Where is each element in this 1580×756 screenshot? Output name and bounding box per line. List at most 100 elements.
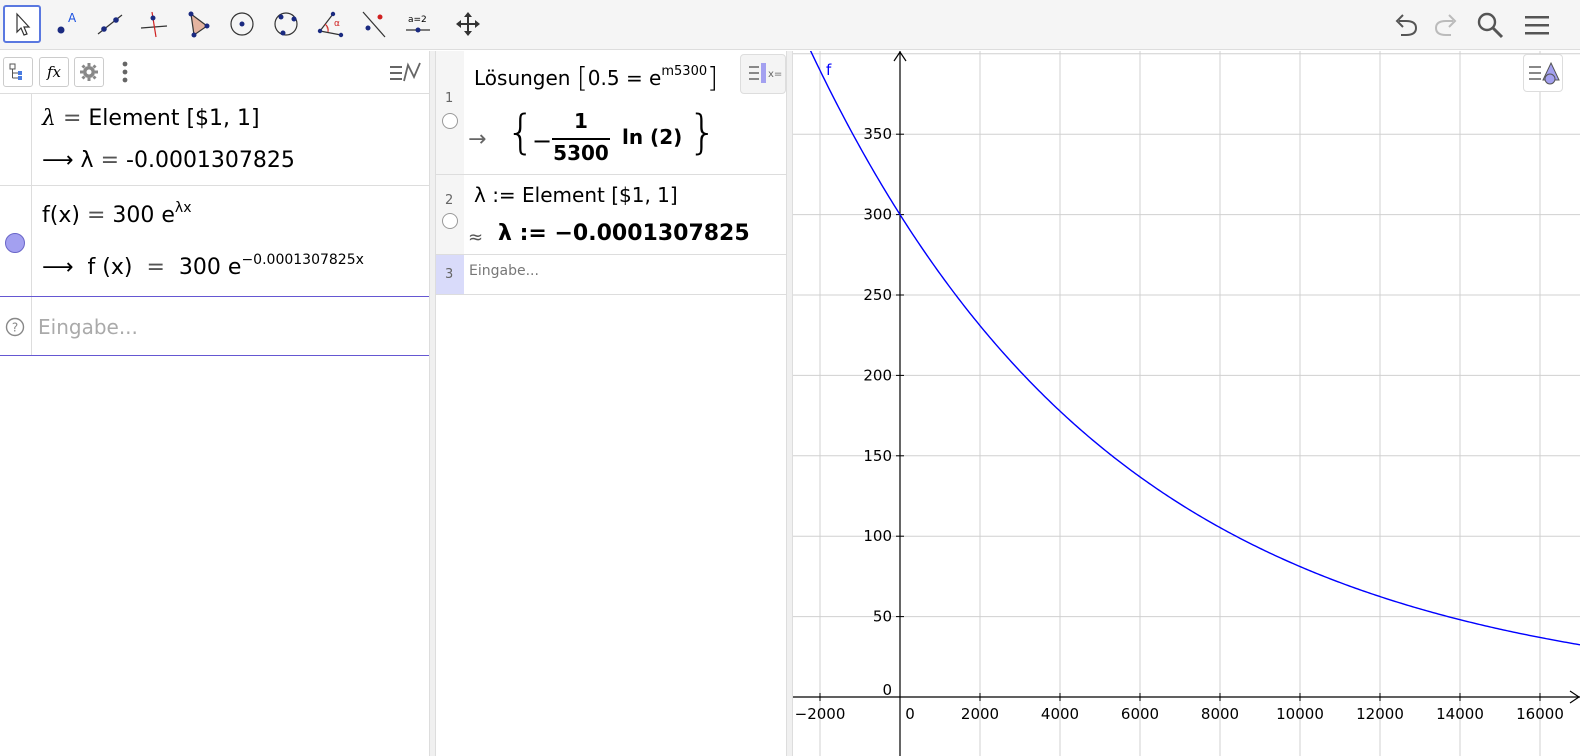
move-graphics-tool-icon (456, 12, 480, 36)
circle-center-tool-button[interactable] (223, 5, 261, 43)
algebra-input-row[interactable]: ? Eingabe... (0, 296, 430, 356)
undo-button[interactable] (1390, 8, 1424, 42)
cas-row-3[interactable]: 3 Eingabe... (436, 255, 786, 295)
input-help-button[interactable]: fx (39, 57, 69, 87)
visibility-gutter (0, 94, 32, 185)
cas-style-bar-toggle[interactable]: x= (740, 54, 786, 94)
cas-brace-open: { (506, 105, 536, 159)
circle-three-points-tool-button[interactable] (267, 5, 305, 43)
x-tick-label: 0 (905, 705, 915, 723)
algebra-item-function-f[interactable]: f(x) = 300 eλx ⟶ f (x) = 300 e−0.0001307… (0, 186, 430, 296)
search-button[interactable] (1473, 8, 1507, 42)
main-menu-button[interactable] (1520, 8, 1554, 42)
cas-fraction-denominator: 5300 (553, 141, 609, 165)
cas-brace-close: } (688, 105, 718, 159)
algebra-view: fx λ = Element [$1, 1] ⟶ λ = -0.00013078… (0, 51, 430, 756)
algebra-input-placeholder: Eingabe... (38, 315, 138, 339)
cas-row-number: 3 (436, 255, 464, 294)
y-tick-label: 50 (873, 608, 892, 626)
cas-input-1: Lösungen [0.5 = em5300] (474, 61, 719, 94)
angle-tool-icon: α (317, 11, 344, 38)
circle-three-points-tool-icon (274, 12, 298, 36)
fx-icon: fx (46, 63, 61, 81)
y-tick-label: 0 (882, 681, 892, 699)
search-icon (1477, 12, 1504, 39)
tree-view-icon (9, 63, 22, 80)
x-tick-label: 14000 (1436, 705, 1484, 723)
perpendicular-line-tool-button[interactable] (135, 5, 173, 43)
cas-row-1-visibility[interactable] (442, 113, 458, 129)
cas-approx-sign: ≈ (468, 227, 484, 248)
panel-divider-left[interactable] (429, 51, 436, 756)
cas-ln-term: ln (2) (622, 125, 683, 149)
graph-canvas[interactable]: −2000 0 2000 4000 6000 8000 10000 12000 14000 160… (793, 51, 1580, 756)
svg-text:α: α (334, 19, 340, 29)
cas-fraction-bar (552, 138, 610, 140)
visibility-toggle[interactable] (5, 233, 25, 253)
svg-text:?: ? (12, 321, 18, 335)
perpendicular-line-tool-icon (140, 11, 168, 38)
move-tool-button[interactable] (3, 5, 41, 43)
y-tick-label: 150 (863, 447, 892, 465)
function-f-label[interactable]: f (826, 61, 832, 79)
style-bar-icon (390, 62, 421, 82)
cas-style-icon: x= (749, 63, 782, 83)
line-tool-icon (97, 14, 123, 35)
graphics-view[interactable]: −2000 0 2000 4000 6000 8000 10000 12000 14000 160… (793, 51, 1580, 756)
slider-tool-label: a=2 (408, 15, 427, 25)
x-tick-label: 16000 (1516, 705, 1564, 723)
gear-icon (80, 63, 98, 81)
y-tick-label: 300 (863, 206, 892, 224)
cas-input-2: λ := Element [$1, 1] (474, 183, 678, 207)
algebra-settings-button[interactable] (74, 57, 104, 87)
x-tick-label: 10000 (1276, 705, 1324, 723)
graphics-style-icon (1529, 61, 1560, 85)
cas-row-number: 1 (436, 51, 464, 174)
y-tick-label: 100 (863, 527, 892, 545)
polygon-tool-button[interactable] (179, 5, 217, 43)
cas-row-2-visibility[interactable] (442, 213, 458, 229)
lambda-definition: λ = Element [$1, 1] (42, 106, 260, 131)
svg-text:A: A (68, 11, 77, 25)
function-definition: f(x) = 300 eλx (42, 200, 192, 228)
cas-minus: − (532, 127, 553, 155)
x-tick-label: 6000 (1121, 705, 1159, 723)
line-tool-button[interactable] (91, 5, 129, 43)
cas-fraction-numerator: 1 (574, 109, 588, 133)
function-value: ⟶ f (x) = 300 e−0.0001307825x (42, 252, 364, 280)
cas-row-1[interactable]: 1 Lösungen [0.5 = em5300] → { − 1 5300 l… (436, 51, 786, 175)
help-icon[interactable]: ? (5, 317, 25, 337)
input-gutter: ? (0, 297, 32, 355)
cas-output-arrow: → (468, 127, 487, 152)
panel-divider-right[interactable] (786, 51, 793, 756)
tree-view-button[interactable] (3, 57, 33, 87)
lambda-value: ⟶ λ = -0.0001307825 (42, 148, 295, 173)
move-tool-icon (16, 12, 31, 36)
cas-row-2[interactable]: 2 λ := Element [$1, 1] ≈ λ := −0.0001307… (436, 175, 786, 255)
move-graphics-tool-button[interactable] (449, 5, 487, 43)
y-tick-label: 350 (863, 125, 892, 143)
reflect-tool-icon (362, 11, 386, 38)
cas-view: 1 Lösungen [0.5 = em5300] → { − 1 5300 l… (436, 51, 786, 756)
circle-center-tool-icon (230, 12, 254, 36)
point-tool-icon: A (57, 11, 77, 34)
algebra-style-bar-toggle[interactable] (388, 59, 424, 87)
cas-row-number: 2 (436, 175, 464, 254)
angle-tool-button[interactable]: α (311, 5, 349, 43)
point-tool-button[interactable]: A (47, 5, 85, 43)
more-options-button[interactable] (118, 59, 132, 87)
slider-tool-button[interactable]: a=2 (399, 5, 437, 43)
svg-text:x=: x= (768, 69, 782, 80)
algebra-item-lambda[interactable]: λ = Element [$1, 1] ⟶ λ = -0.0001307825 (0, 94, 430, 186)
cas-output-2: λ := −0.0001307825 (498, 221, 750, 246)
graphics-style-bar-toggle[interactable] (1523, 54, 1563, 92)
y-tick-label: 250 (863, 286, 892, 304)
toolbar: A α a=2 (0, 0, 1580, 50)
x-tick-label: 12000 (1356, 705, 1404, 723)
redo-icon (1434, 14, 1457, 36)
redo-button[interactable] (1428, 8, 1462, 42)
reflect-tool-button[interactable] (355, 5, 393, 43)
function-f-curve[interactable] (793, 51, 1580, 646)
more-vertical-icon (122, 61, 128, 83)
polygon-tool-icon (188, 11, 210, 38)
